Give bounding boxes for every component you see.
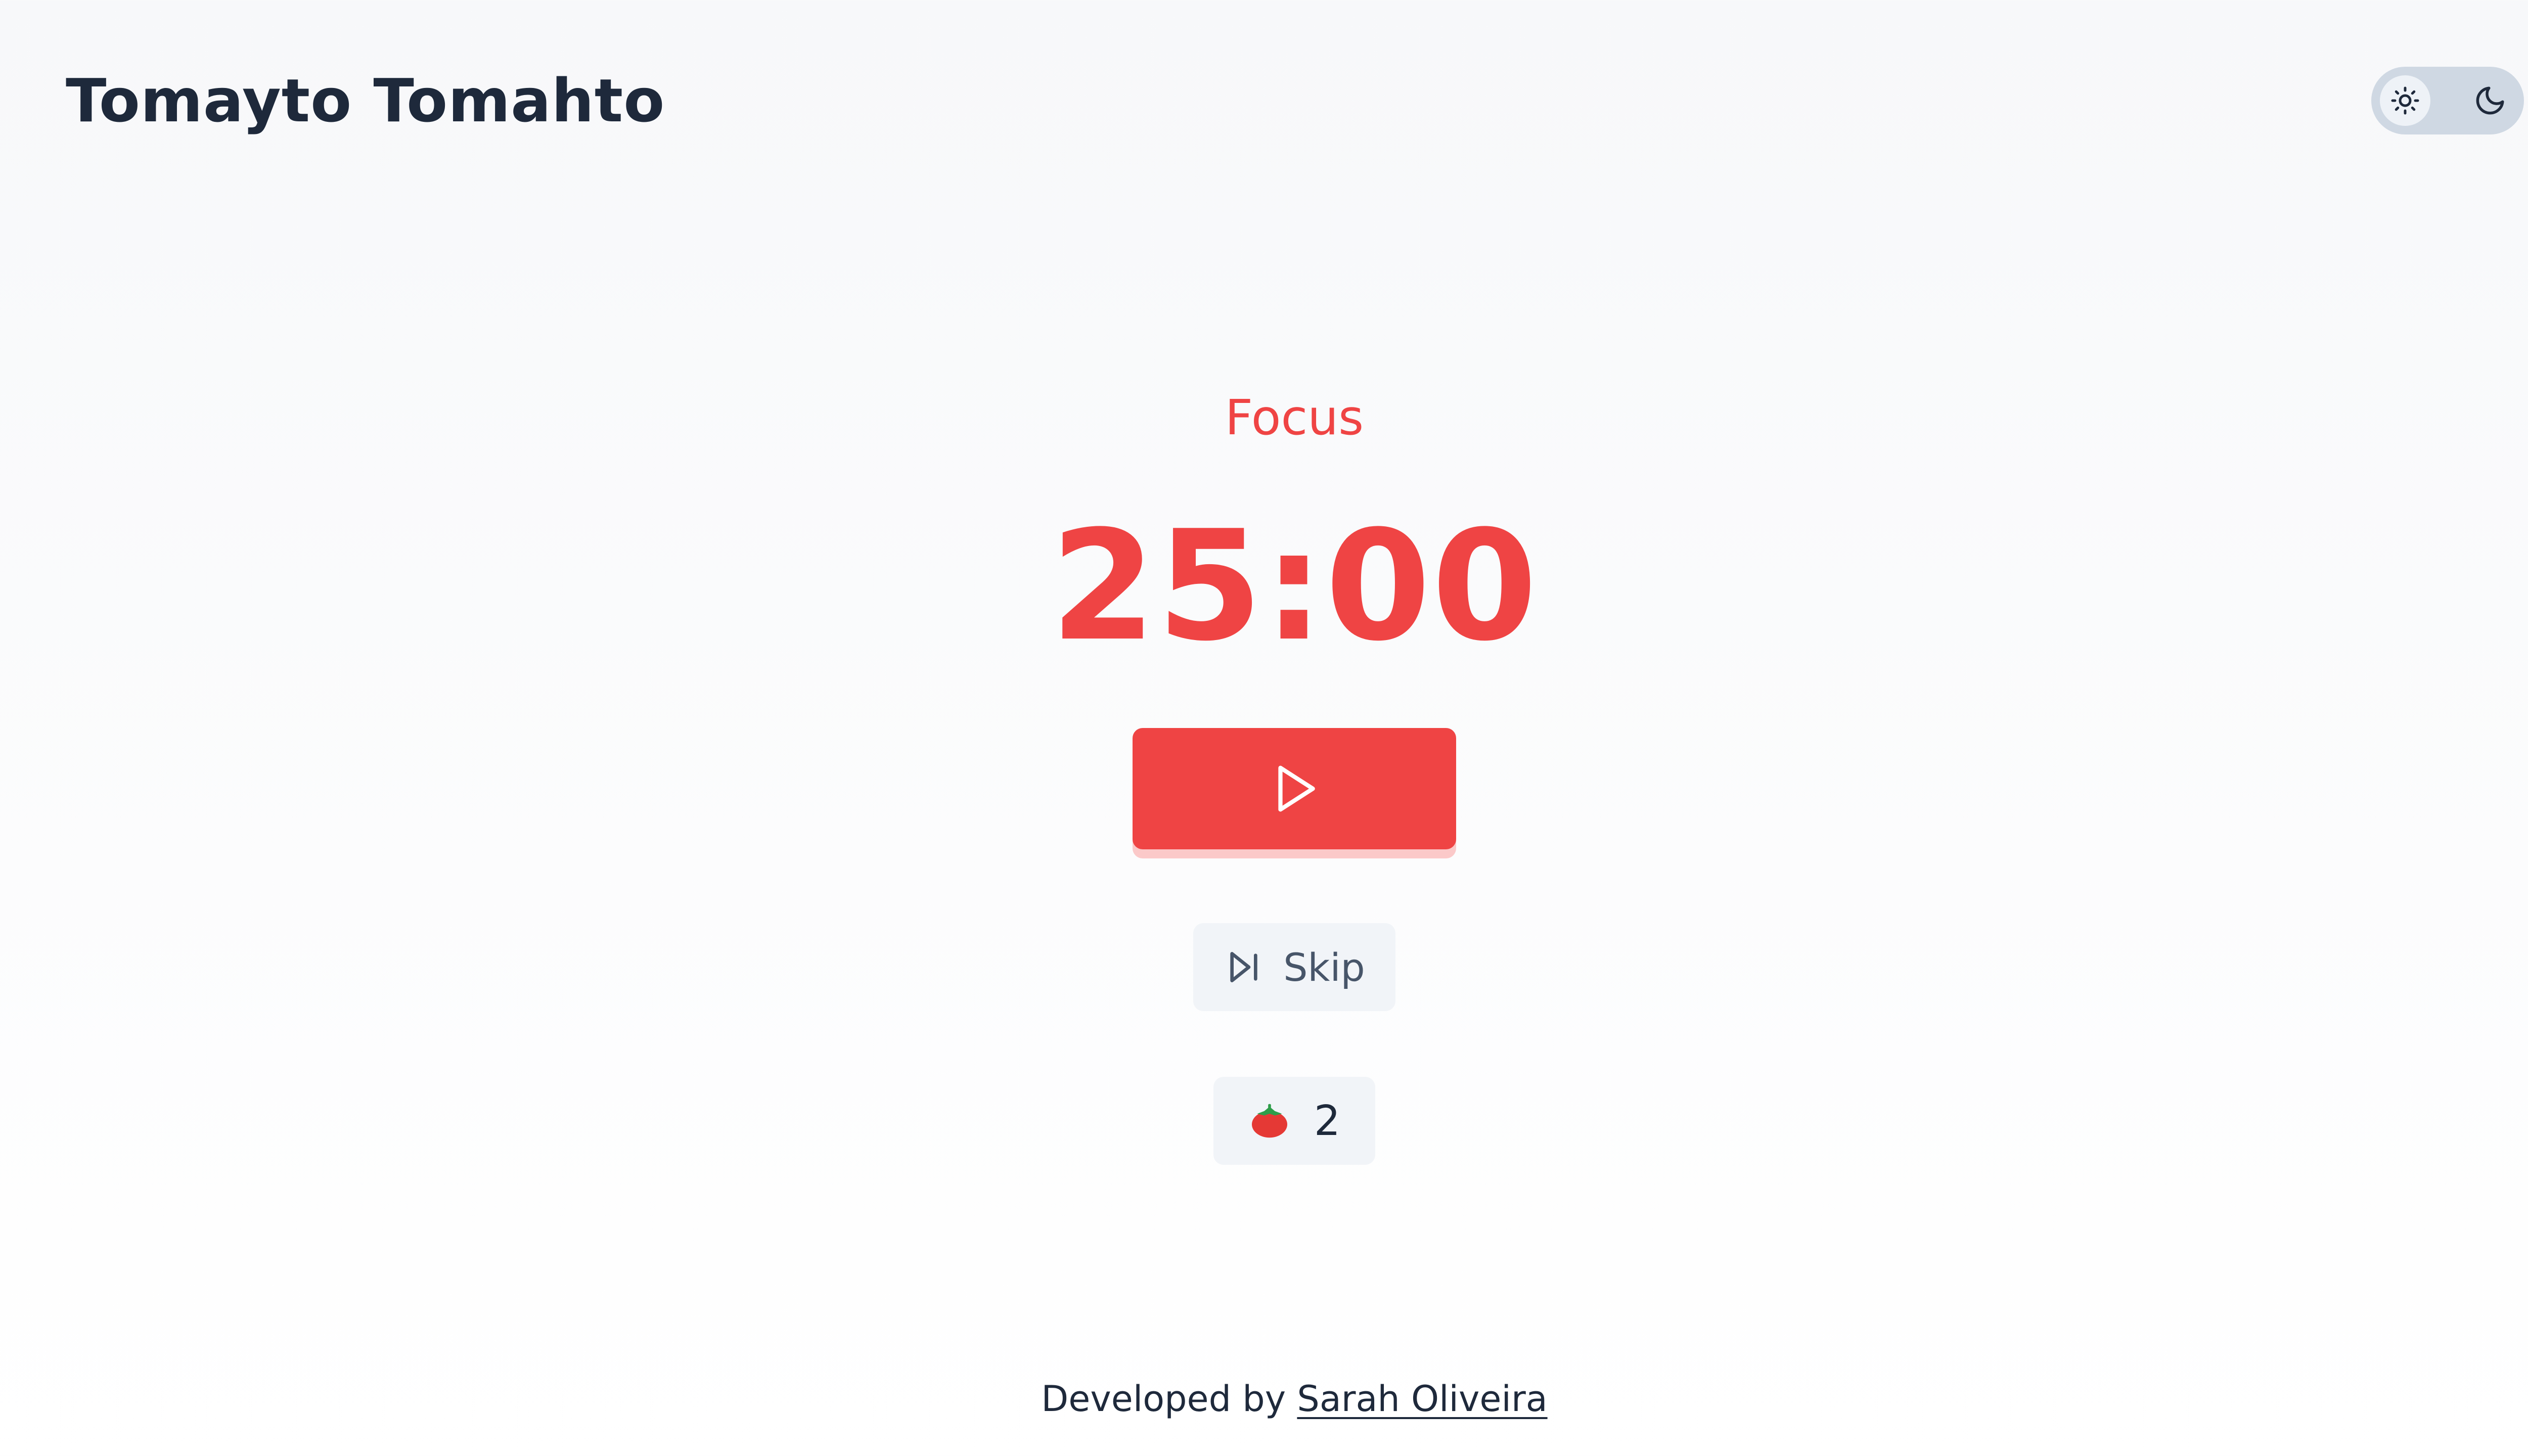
mode-label: Focus [1225, 389, 1364, 446]
skip-forward-icon [1230, 952, 1257, 982]
play-button[interactable] [1133, 728, 1456, 849]
light-mode-button[interactable] [2380, 75, 2430, 126]
theme-toggle[interactable] [2371, 67, 2524, 134]
moon-icon [2476, 86, 2504, 115]
dark-mode-button[interactable] [2465, 75, 2515, 126]
footer: Developed by Sarah Oliveira [0, 1378, 2528, 1420]
timer-display: 25:00 [1050, 498, 1539, 674]
play-icon [1278, 765, 1315, 812]
footer-prefix: Developed by [1041, 1378, 1297, 1420]
skip-button[interactable]: Skip [1193, 923, 1395, 1011]
pomodoro-count-badge: 2 [1213, 1077, 1375, 1165]
author-link[interactable]: Sarah Oliveira [1297, 1378, 1547, 1420]
skip-label: Skip [1283, 944, 1365, 990]
pomodoro-count: 2 [1314, 1097, 1341, 1145]
sun-icon [2391, 86, 2419, 115]
tomato-icon [1251, 1104, 1287, 1138]
app-title: Tomayto Tomahto [66, 66, 665, 135]
